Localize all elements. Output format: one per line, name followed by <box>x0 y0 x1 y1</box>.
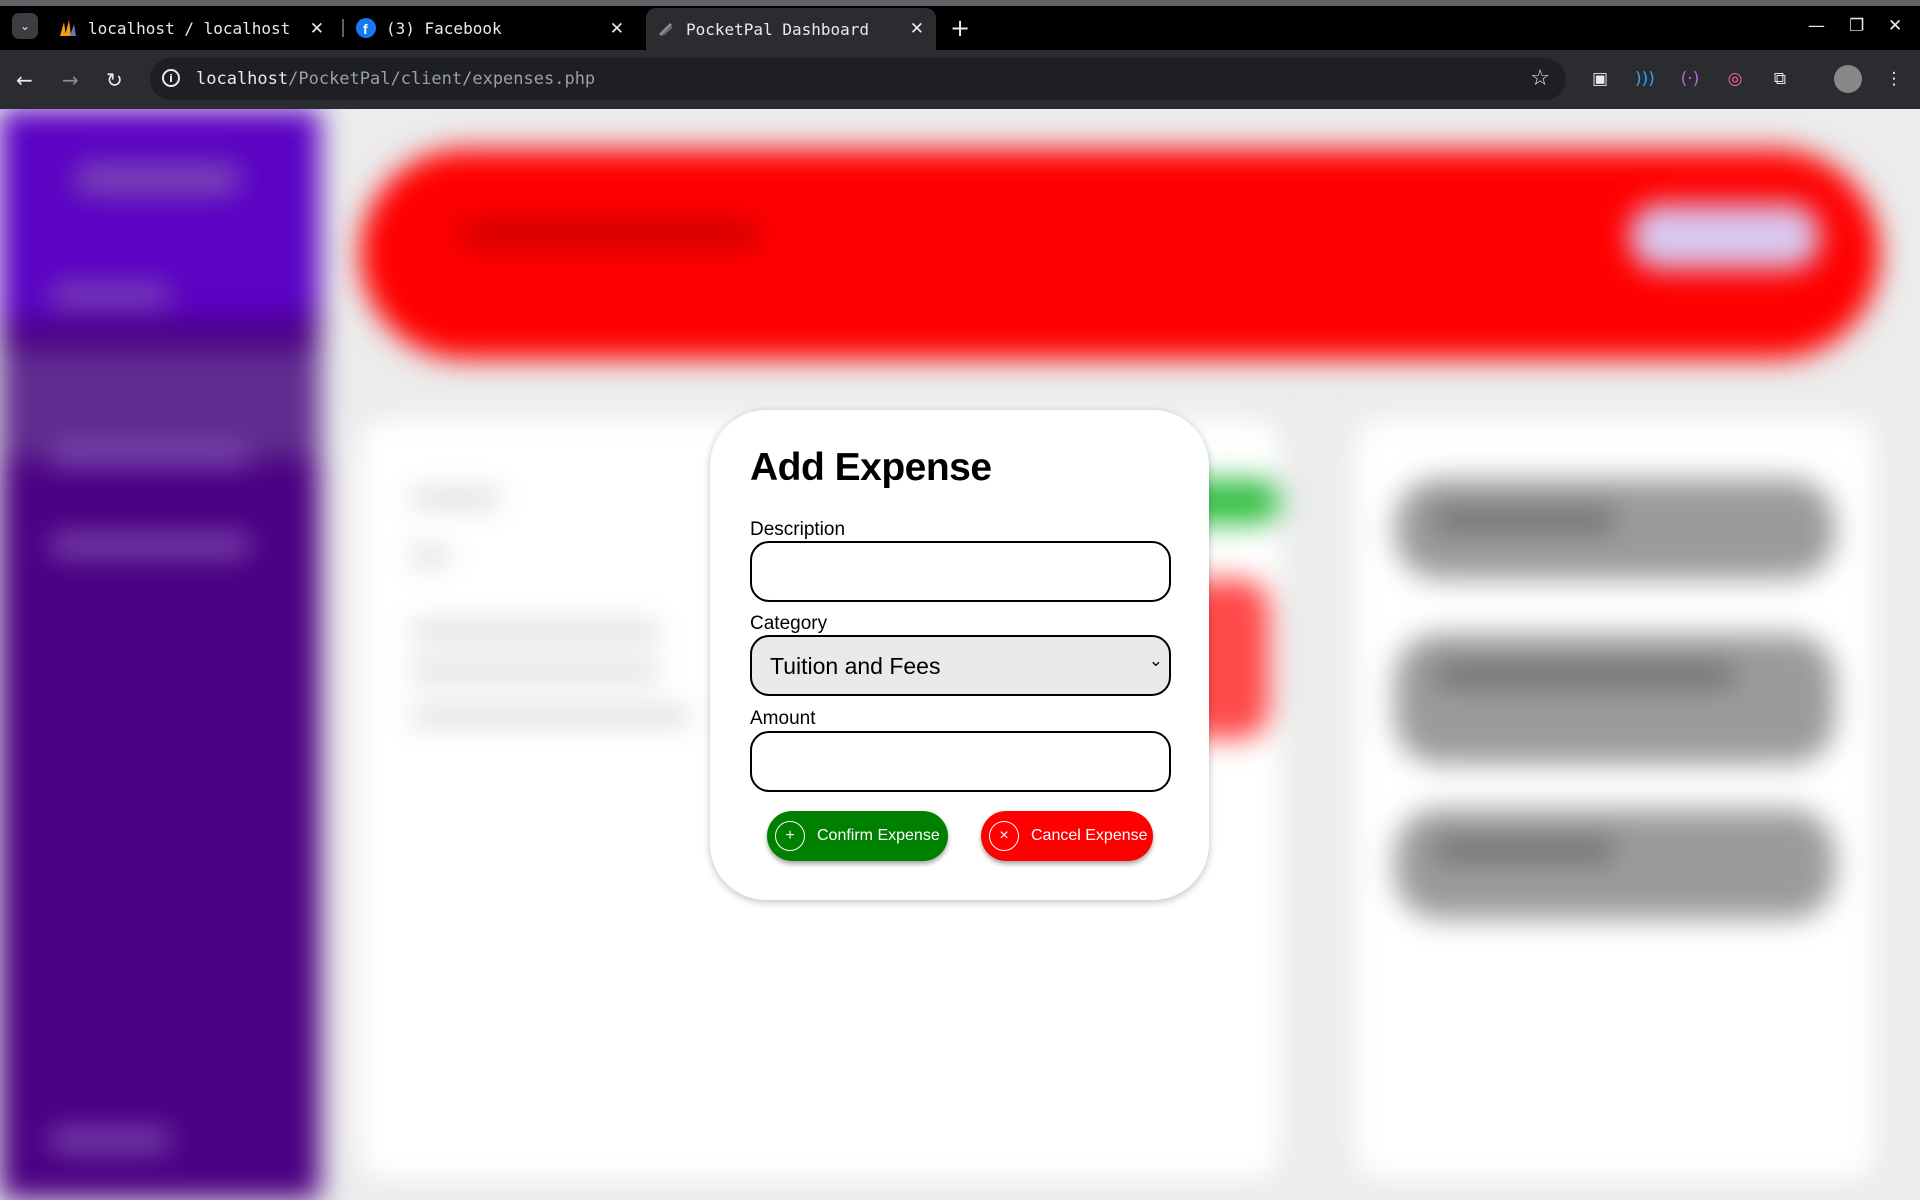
summary-card <box>1395 809 1835 919</box>
table-cell <box>410 549 450 563</box>
sidebar-item <box>50 1129 170 1151</box>
new-tab-plus-icon[interactable]: + <box>950 14 970 42</box>
phpmyadmin-icon <box>58 18 78 38</box>
profile-avatar-icon[interactable] <box>1834 65 1862 93</box>
cancel-expense-label: Cancel Expense <box>1031 827 1148 844</box>
sidebar-item <box>50 284 170 306</box>
sidebar-header <box>0 109 320 319</box>
facebook-icon: f <box>356 18 376 38</box>
tab-divider <box>342 19 344 37</box>
category-selected-value: Tuition and Fees <box>770 653 941 679</box>
browser-chrome: ⌄ localhost / localhost ✕ f (3) Facebook… <box>0 0 1920 109</box>
amount-label: Amount <box>750 708 816 729</box>
confirm-expense-button[interactable]: + Confirm Expense <box>767 811 948 861</box>
extension-wave-icon[interactable]: (·) <box>1678 67 1702 91</box>
table-cell <box>410 664 660 678</box>
pocketpal-icon <box>656 19 676 39</box>
sidebar-item <box>50 534 250 556</box>
header-button <box>1630 204 1820 269</box>
category-select[interactable]: Tuition and Fees ⌄ <box>750 635 1171 696</box>
table-header-cell <box>410 491 500 505</box>
close-tab-icon[interactable]: ✕ <box>910 19 924 39</box>
read-aloud-icon[interactable]: ))) <box>1633 67 1657 91</box>
sidebar-active-item <box>0 349 320 459</box>
back-arrow-icon[interactable]: ← <box>16 68 33 92</box>
bookmark-star-icon[interactable]: ☆ <box>1530 66 1550 91</box>
reader-mode-icon[interactable]: ▣ <box>1588 67 1612 91</box>
tab-search-chevron-icon[interactable]: ⌄ <box>12 13 38 39</box>
browser-toolbar: ← → ↻ i localhost/PocketPal/client/expen… <box>0 50 1920 109</box>
confirm-expense-label: Confirm Expense <box>817 827 940 844</box>
add-expense-modal: Add Expense Description Category Tuition… <box>710 410 1209 900</box>
header-title <box>460 221 760 247</box>
tab-title: (3) Facebook <box>386 18 502 38</box>
dashboard-header <box>360 149 1880 359</box>
minimize-icon[interactable]: — <box>1808 16 1825 36</box>
extensions-puzzle-icon[interactable]: ⧉ <box>1768 67 1792 91</box>
plus-circle-icon: + <box>775 821 805 851</box>
extension-glasses-icon[interactable]: ◎ <box>1723 67 1747 91</box>
close-circle-icon: × <box>989 821 1019 851</box>
description-input[interactable] <box>750 541 1171 602</box>
close-tab-icon[interactable]: ✕ <box>310 19 324 39</box>
modal-title: Add Expense <box>750 446 992 489</box>
restore-icon[interactable]: ❐ <box>1849 16 1864 36</box>
sidebar-logo <box>75 164 240 194</box>
table-cell <box>410 624 660 638</box>
sidebar-item <box>50 444 250 466</box>
site-info-icon[interactable]: i <box>162 69 180 87</box>
svg-text:f: f <box>363 21 368 37</box>
amount-input[interactable] <box>750 731 1171 792</box>
tab-title: PocketPal Dashboard <box>686 19 870 39</box>
tab-title: localhost / localhost <box>88 18 291 38</box>
address-bar[interactable]: i localhost/PocketPal/client/expenses.ph… <box>150 58 1566 100</box>
close-window-icon[interactable]: ✕ <box>1888 16 1902 36</box>
table-cell <box>410 709 690 723</box>
tab-phpmyadmin[interactable]: localhost / localhost ✕ <box>58 8 336 48</box>
summary-card <box>1395 634 1835 764</box>
summary-card <box>1395 479 1835 579</box>
tab-strip: ⌄ localhost / localhost ✕ f (3) Facebook… <box>0 6 1920 50</box>
reload-icon[interactable]: ↻ <box>106 68 123 92</box>
forward-arrow-icon[interactable]: → <box>62 68 79 92</box>
cancel-expense-button[interactable]: × Cancel Expense <box>981 811 1153 861</box>
description-label: Description <box>750 519 846 540</box>
tab-facebook[interactable]: f (3) Facebook ✕ <box>356 8 636 48</box>
chevron-down-icon: ⌄ <box>1148 651 1163 670</box>
category-label: Category <box>750 613 828 634</box>
url-text[interactable]: localhost/PocketPal/client/expenses.php <box>196 69 595 89</box>
tab-pocketpal-dashboard[interactable]: PocketPal Dashboard ✕ <box>646 8 936 50</box>
browser-menu-kebab-icon[interactable]: ⋮ <box>1882 67 1906 91</box>
sidebar <box>0 109 320 1200</box>
close-tab-icon[interactable]: ✕ <box>610 19 624 39</box>
